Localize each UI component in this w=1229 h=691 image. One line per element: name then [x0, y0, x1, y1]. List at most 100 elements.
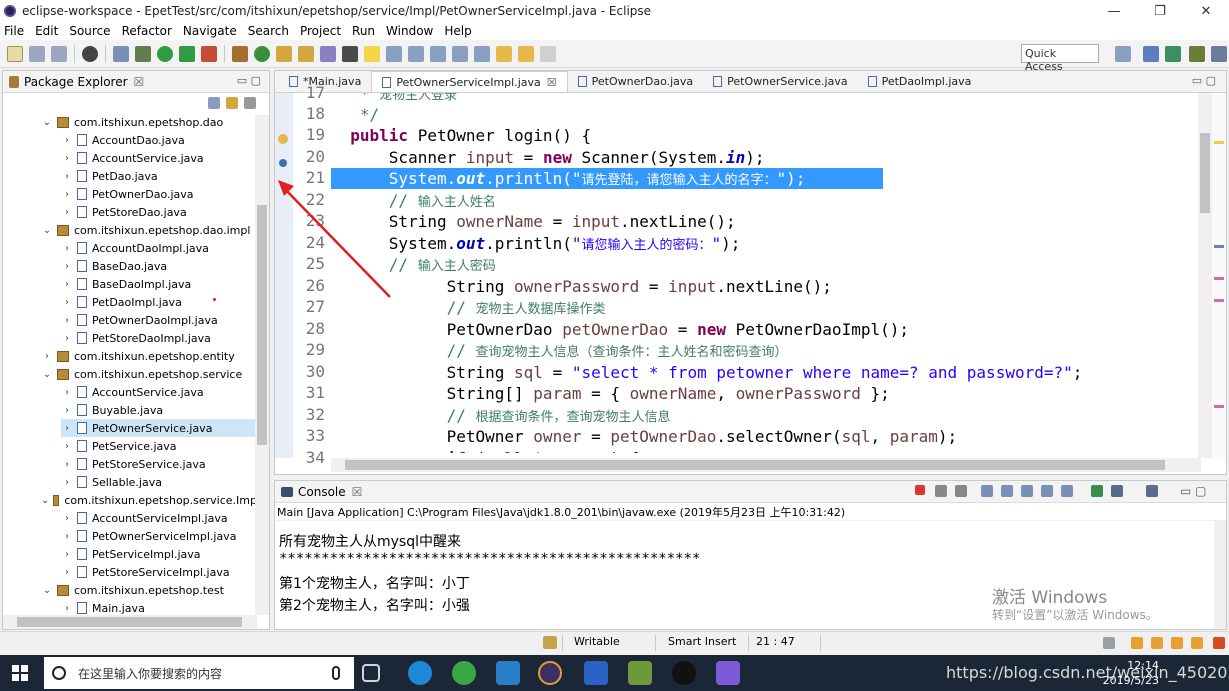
save-all-icon[interactable]: [51, 45, 67, 62]
breakpoint-icon[interactable]: [279, 159, 287, 167]
tree-file-item[interactable]: › PetService.java: [61, 437, 257, 455]
tray-icon[interactable]: [1171, 637, 1183, 649]
editor-vertical-scrollbar[interactable]: [1198, 93, 1212, 458]
chevron-down-icon[interactable]: ⌄: [41, 495, 49, 506]
windows-start-icon[interactable]: [12, 665, 28, 681]
chevron-right-icon[interactable]: ›: [61, 333, 73, 344]
chevron-right-icon[interactable]: ›: [61, 207, 73, 218]
chevron-right-icon[interactable]: ›: [61, 279, 73, 290]
open-type-icon[interactable]: [276, 45, 292, 62]
edge-browser-icon[interactable]: [408, 661, 432, 685]
chevron-right-icon[interactable]: ›: [61, 513, 73, 524]
maximize-button[interactable]: ❐: [1137, 0, 1183, 22]
chevron-down-icon[interactable]: ⌄: [41, 369, 53, 380]
menu-run[interactable]: Run: [352, 24, 375, 38]
last-edit-icon[interactable]: [496, 45, 512, 62]
remove-launch-icon[interactable]: [935, 485, 947, 497]
block-selection-icon[interactable]: [408, 45, 424, 62]
tree-file-item[interactable]: › PetStoreDao.java: [61, 203, 257, 221]
pin-console-icon[interactable]: [1091, 485, 1103, 497]
tree-package-item[interactable]: ⌄ com.itshixun.epetshop.test: [41, 581, 257, 599]
chevron-right-icon[interactable]: ›: [61, 243, 73, 254]
new-java-project-icon[interactable]: [232, 45, 248, 62]
show-stdout-icon[interactable]: [1041, 485, 1053, 497]
git-perspective-icon[interactable]: [1189, 46, 1205, 62]
app-icon[interactable]: [496, 661, 520, 685]
quick-access-input[interactable]: Quick Access: [1021, 44, 1099, 73]
app-icon[interactable]: [716, 661, 740, 685]
tab-petownerdao[interactable]: PetOwnerDao.java: [568, 71, 704, 92]
chevron-down-icon[interactable]: ⌄: [41, 117, 53, 128]
tree-file-item[interactable]: › BaseDao.java: [61, 257, 257, 275]
overview-ruler[interactable]: [1212, 93, 1226, 458]
menu-file[interactable]: File: [4, 24, 24, 38]
chevron-right-icon[interactable]: ›: [61, 189, 73, 200]
display-console-icon[interactable]: [1111, 485, 1123, 497]
terminate-icon[interactable]: [915, 485, 925, 495]
debug-run-icon[interactable]: [135, 45, 151, 62]
run-icon[interactable]: [157, 45, 173, 62]
tree-file-item[interactable]: › PetOwnerDao.java: [61, 185, 257, 203]
chevron-down-icon[interactable]: ⌄: [41, 585, 53, 596]
shield-icon[interactable]: [584, 661, 608, 685]
view-menu-icon[interactable]: [244, 97, 256, 109]
tree-file-item[interactable]: › Buyable.java: [61, 401, 257, 419]
task-view-icon[interactable]: [362, 664, 380, 682]
menu-window[interactable]: Window: [386, 24, 433, 38]
tab-petownerservice[interactable]: PetOwnerService.java: [703, 71, 857, 92]
open-perspective-icon[interactable]: [1115, 46, 1131, 62]
tree-package-item[interactable]: ⌄ com.itshixun.epetshop.dao: [41, 113, 257, 131]
tree-package-item[interactable]: ⌄ com.itshixun.epetshop.service.Imp: [41, 491, 257, 509]
team-perspective-icon[interactable]: [1211, 46, 1227, 62]
tree-file-item[interactable]: › PetOwnerServiceImpl.java: [61, 527, 257, 545]
save-icon[interactable]: [29, 45, 45, 62]
menu-project[interactable]: Project: [300, 24, 341, 38]
console-close-icon[interactable]: ☒: [352, 485, 363, 499]
editor-horizontal-scrollbar[interactable]: [331, 458, 1201, 472]
menu-search[interactable]: Search: [248, 24, 289, 38]
chevron-down-icon[interactable]: ⌄: [41, 225, 53, 236]
tree-file-item[interactable]: › PetServiceImpl.java: [61, 545, 257, 563]
clear-console-icon[interactable]: [981, 485, 993, 497]
menu-edit[interactable]: Edit: [35, 24, 58, 38]
mark-occurrences-icon[interactable]: [364, 45, 380, 62]
chevron-right-icon[interactable]: ›: [61, 441, 73, 452]
chevron-right-icon[interactable]: ›: [61, 477, 73, 488]
open-folder-icon[interactable]: [298, 45, 314, 62]
tree-file-item[interactable]: › PetOwnerService.java: [61, 419, 257, 437]
next-annotation-icon[interactable]: [452, 45, 468, 62]
chevron-right-icon[interactable]: ›: [61, 171, 73, 182]
chevron-right-icon[interactable]: ›: [61, 315, 73, 326]
tray-icon[interactable]: [1131, 637, 1143, 649]
app-icon[interactable]: [628, 661, 652, 685]
eclipse-taskbar-icon[interactable]: [538, 661, 562, 685]
tab-petownerserviceimpl[interactable]: PetOwnerServiceImpl.java ☒: [371, 71, 568, 92]
minimize-button[interactable]: —: [1091, 0, 1137, 22]
console-title[interactable]: Console: [298, 485, 346, 499]
tree-package-item[interactable]: ⌄ com.itshixun.epetshop.service: [41, 365, 257, 383]
new-class-icon[interactable]: [254, 45, 270, 62]
debug-icon[interactable]: [82, 45, 98, 62]
code-area[interactable]: * 宠物主人登录 */ public PetOwner login() { Sc…: [331, 93, 1201, 453]
chevron-right-icon[interactable]: ›: [61, 297, 73, 308]
tree-file-item[interactable]: › PetStoreServiceImpl.java: [61, 563, 257, 581]
package-explorer-horizontal-scrollbar[interactable]: [3, 615, 257, 629]
console-minimize-maximize-icon[interactable]: ▭ ▢: [1180, 484, 1207, 498]
taskbar-clock[interactable]: 12:14 2019/5/23: [1103, 658, 1159, 688]
forward-icon[interactable]: [540, 45, 556, 62]
tree-file-item[interactable]: › AccountDao.java: [61, 131, 257, 149]
task-icon[interactable]: [342, 45, 358, 62]
menu-source[interactable]: Source: [69, 24, 110, 38]
java-perspective-icon[interactable]: [1143, 46, 1159, 62]
package-explorer-vertical-scrollbar[interactable]: [255, 115, 269, 615]
external-tools-icon[interactable]: [201, 45, 217, 62]
show-whitespace-icon[interactable]: [430, 45, 446, 62]
chevron-right-icon[interactable]: ›: [61, 549, 73, 560]
remove-all-icon[interactable]: [955, 485, 967, 497]
tray-icon[interactable]: [1103, 637, 1115, 649]
chevron-right-icon[interactable]: ›: [41, 351, 53, 362]
browser-360-icon[interactable]: [452, 661, 476, 685]
chevron-right-icon[interactable]: ›: [61, 261, 73, 272]
menu-navigate[interactable]: Navigate: [183, 24, 237, 38]
taskbar-search-input[interactable]: 在这里输入你要搜索的内容: [44, 657, 354, 689]
